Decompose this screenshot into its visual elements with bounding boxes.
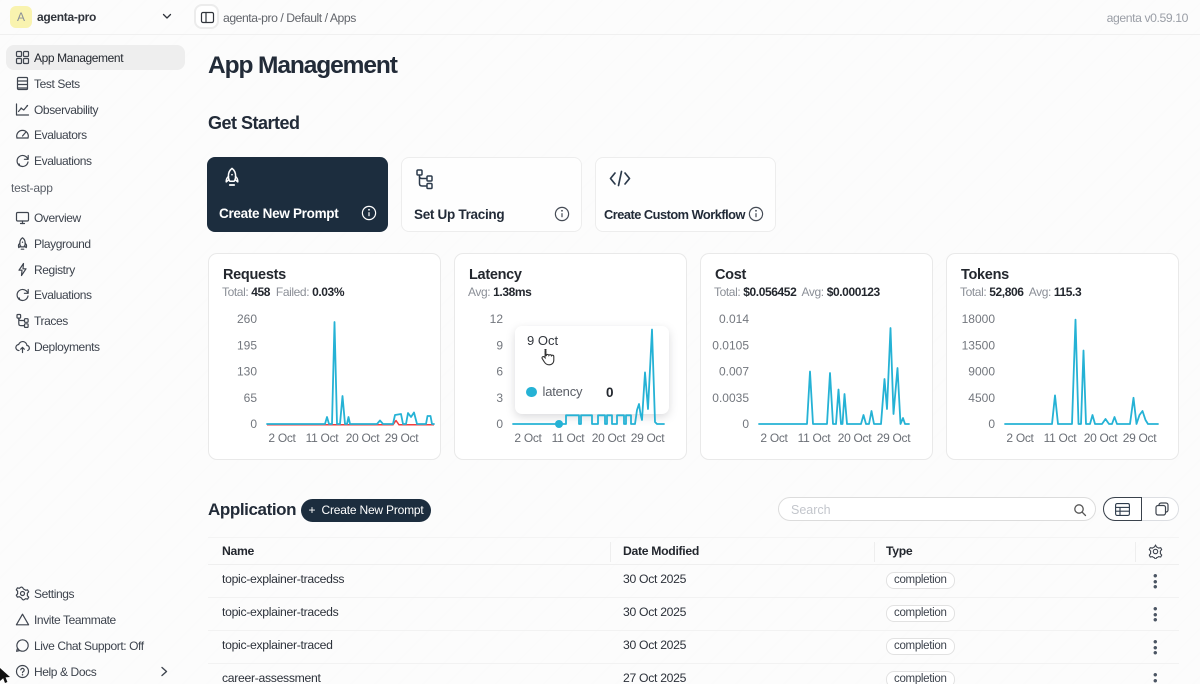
svg-text:9000: 9000 [968,365,995,379]
svg-text:65: 65 [244,391,258,405]
svg-text:0.014: 0.014 [719,312,749,326]
svg-text:11 Oct: 11 Oct [552,431,586,445]
svg-text:13500: 13500 [962,338,996,352]
svg-text:130: 130 [237,365,257,379]
svg-text:29 Oct: 29 Oct [385,431,420,445]
svg-text:2 Oct: 2 Oct [268,431,296,445]
svg-text:0: 0 [988,417,995,431]
svg-text:0.0105: 0.0105 [712,338,749,352]
svg-text:0: 0 [496,417,503,431]
svg-text:9: 9 [496,338,503,352]
svg-text:18000: 18000 [962,312,996,326]
svg-text:29 Oct: 29 Oct [631,431,666,445]
svg-text:29 Oct: 29 Oct [1123,431,1158,445]
svg-text:260: 260 [237,312,257,326]
svg-text:0.007: 0.007 [719,365,749,379]
svg-text:6: 6 [496,365,503,379]
svg-text:2 Oct: 2 Oct [760,431,788,445]
svg-text:12: 12 [490,312,504,326]
svg-text:11 Oct: 11 Oct [306,431,340,445]
svg-text:0: 0 [250,417,257,431]
svg-text:29 Oct: 29 Oct [877,431,912,445]
svg-text:20 Oct: 20 Oct [592,431,627,445]
svg-text:20 Oct: 20 Oct [838,431,873,445]
svg-text:0: 0 [742,417,749,431]
svg-text:11 Oct: 11 Oct [1044,431,1078,445]
svg-text:20 Oct: 20 Oct [1084,431,1119,445]
svg-text:4500: 4500 [968,391,995,405]
svg-text:20 Oct: 20 Oct [346,431,381,445]
svg-text:2 Oct: 2 Oct [1006,431,1034,445]
svg-text:0.0035: 0.0035 [712,391,749,405]
svg-text:3: 3 [496,391,503,405]
svg-text:195: 195 [237,338,257,352]
svg-text:2 Oct: 2 Oct [514,431,542,445]
svg-text:11 Oct: 11 Oct [798,431,832,445]
